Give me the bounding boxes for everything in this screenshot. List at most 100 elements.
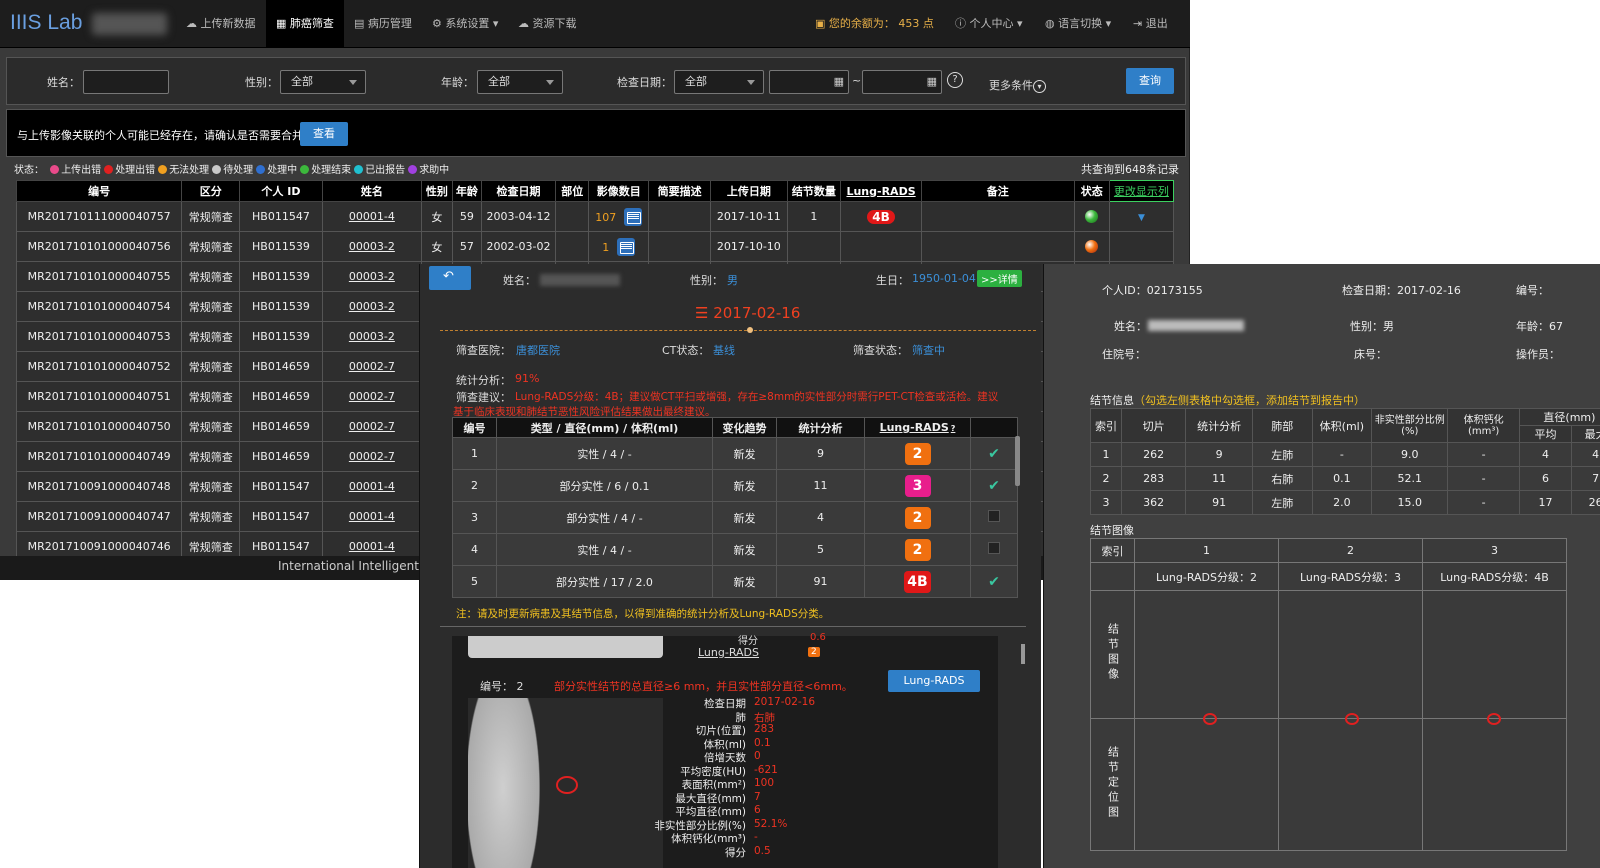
list-icon: ▤ bbox=[354, 17, 368, 30]
exam-date-select[interactable]: 全部 bbox=[674, 70, 764, 94]
ct-status-label: CT状态： bbox=[662, 344, 710, 357]
cell-screen-type: 常规筛查 bbox=[181, 471, 241, 502]
patient-name-link[interactable]: 00003-2 bbox=[349, 330, 395, 343]
nav-language[interactable]: ◍ 语言切换 ▾ bbox=[1045, 0, 1111, 48]
patient-name-link[interactable]: 00002-7 bbox=[349, 360, 395, 373]
column-header: 性别 bbox=[420, 180, 453, 202]
checkbox[interactable] bbox=[988, 542, 1000, 554]
cell-status bbox=[1073, 201, 1110, 232]
nav-lung-screening[interactable]: ▦ 肺癌筛查 bbox=[266, 0, 344, 48]
nodule-row[interactable]: 4 实性 / 4 / - 新发 5 2 bbox=[452, 533, 1018, 566]
cell-checkbox[interactable]: ✔ bbox=[970, 469, 1018, 502]
image-viewer-icon[interactable] bbox=[624, 207, 643, 226]
patient-name-link[interactable]: 00001-4 bbox=[349, 210, 395, 223]
cell-no: 2 bbox=[452, 469, 497, 502]
table-row[interactable]: MR201710111000040757 常规筛查 HB011547 00001-4 女… bbox=[15, 201, 1175, 232]
lungrads-link[interactable]: Lung-RADS bbox=[698, 646, 759, 659]
patient-name-link[interactable]: 00003-2 bbox=[349, 240, 395, 253]
cell-checkbox[interactable] bbox=[970, 533, 1018, 566]
column-header: 状态 bbox=[1073, 180, 1110, 202]
table-row: 2 283 11 右肺 0.1 52.1-6 7 bbox=[1090, 466, 1600, 491]
nav-system-settings[interactable]: ⚙ 系统设置 ▾ bbox=[432, 0, 498, 48]
check-icon[interactable]: ✔ bbox=[988, 446, 1000, 462]
back-button[interactable]: ↶ bbox=[429, 266, 471, 290]
more-conditions-toggle[interactable]: 更多条件 ▾ bbox=[989, 77, 1046, 93]
cell-record-id: MR201710101000040749 bbox=[15, 441, 183, 472]
cell-body-part bbox=[555, 231, 590, 262]
details-button[interactable]: >>详情 bbox=[977, 270, 1022, 287]
cell-checkbox[interactable]: ✔ bbox=[970, 437, 1018, 470]
calendar-icon[interactable]: ▦ bbox=[834, 71, 844, 93]
cell-checkbox[interactable]: ✔ bbox=[970, 565, 1018, 598]
nav-profile[interactable]: ⓘ 个人中心 ▾ bbox=[955, 0, 1023, 48]
patient-name-link[interactable]: 00001-4 bbox=[349, 510, 395, 523]
cell-max: 4 bbox=[1571, 442, 1600, 467]
cell-person-id: HB014659 bbox=[239, 411, 323, 442]
help-icon[interactable]: ? bbox=[951, 424, 956, 433]
status-dot-icon bbox=[158, 165, 168, 174]
name-input[interactable] bbox=[83, 70, 169, 94]
table-scrollbar[interactable] bbox=[1015, 436, 1020, 486]
date-from-input[interactable]: ▦ bbox=[769, 70, 849, 94]
image-index: 2 bbox=[1278, 538, 1423, 563]
nodule-row[interactable]: 2 部分实性 / 6 / 0.1 新发 11 3 ✔ bbox=[452, 469, 1018, 502]
nav-resource-download[interactable]: ☁ 资源下载 bbox=[518, 0, 577, 48]
lungrads-badge: 3 bbox=[904, 474, 931, 497]
nodule-info-title: 结节信息（勾选左侧表格中勾选框，添加结节到报告中） bbox=[1090, 394, 1365, 407]
check-icon[interactable]: ✔ bbox=[988, 478, 1000, 494]
cell-idx: 3 bbox=[1090, 490, 1122, 515]
image-viewer-icon[interactable] bbox=[617, 237, 636, 256]
checkbox[interactable] bbox=[988, 510, 1000, 522]
date-to-input[interactable]: ▦ bbox=[862, 70, 942, 94]
cell-stat: 4 bbox=[776, 501, 865, 534]
age-select[interactable]: 全部 bbox=[477, 70, 563, 94]
gender-select[interactable]: 全部 bbox=[280, 70, 366, 94]
nodule-row[interactable]: 5 部分实性 / 17 / 2.0 新发 91 4B ✔ bbox=[452, 565, 1018, 598]
cell-record-id: MR201710091000040747 bbox=[15, 501, 183, 532]
patient-name-link[interactable]: 00002-7 bbox=[349, 420, 395, 433]
column-header: 备注 bbox=[920, 180, 1075, 202]
column-header: 编号 bbox=[452, 417, 497, 438]
column-header[interactable]: 更改显示列 bbox=[1108, 180, 1175, 202]
cell-type: 部分实性 / 6 / 0.1 bbox=[496, 469, 713, 502]
column-header: 直径(mm) bbox=[1518, 408, 1600, 426]
screen-status-label: 筛查状态： bbox=[853, 344, 908, 357]
nav-logout[interactable]: ⇥ 退出 bbox=[1133, 0, 1168, 48]
name-label: 姓名： bbox=[47, 76, 80, 89]
cell-gender: 女 bbox=[420, 201, 453, 232]
nav-upload[interactable]: ☁ 上传新数据 bbox=[186, 0, 256, 48]
lungrads-button[interactable]: Lung-RADS bbox=[888, 670, 980, 692]
calendar-icon[interactable]: ▦ bbox=[927, 71, 937, 93]
cell-vol: - bbox=[1311, 442, 1373, 467]
nodule-images-title: 结节图像 bbox=[1090, 524, 1134, 537]
nav-case-management[interactable]: ▤ 病历管理 bbox=[354, 0, 412, 48]
patient-name-link[interactable]: 00003-2 bbox=[349, 300, 395, 313]
cell-lungrads: 2 bbox=[864, 533, 971, 566]
column-header: 体积钙化(mm³) bbox=[1447, 408, 1520, 443]
filter-icon[interactable]: ▼ bbox=[1138, 213, 1145, 223]
score-label: 得分 bbox=[738, 636, 758, 647]
cell-age: 59 bbox=[451, 201, 482, 232]
report-panel: 个人ID：02173155 检查日期：2017-02-16 编号： 姓名： 性别… bbox=[1043, 264, 1600, 868]
query-button[interactable]: 查询 bbox=[1126, 68, 1174, 94]
patient-name-link[interactable]: 00003-2 bbox=[349, 270, 395, 283]
sub-scrollbar[interactable] bbox=[1021, 644, 1025, 664]
table-row[interactable]: MR201710101000040756 常规筛查 HB011539 00003-2 女… bbox=[15, 231, 1175, 262]
cell-patient-name: 00002-7 bbox=[321, 411, 422, 442]
view-button[interactable]: 查看 bbox=[300, 122, 348, 146]
patient-name-link[interactable]: 00001-4 bbox=[349, 540, 395, 553]
patient-name-link[interactable]: 00002-7 bbox=[349, 390, 395, 403]
nodule-row[interactable]: 1 实性 / 4 / - 新发 9 2 ✔ bbox=[452, 437, 1018, 470]
report-name-label: 姓名： bbox=[1114, 320, 1147, 333]
column-header: 索引 bbox=[1090, 408, 1122, 443]
check-icon[interactable]: ✔ bbox=[988, 574, 1000, 590]
measure-value: 0.5 bbox=[754, 844, 771, 857]
help-icon[interactable]: ? bbox=[947, 72, 963, 88]
patient-name-link[interactable]: 00002-7 bbox=[349, 450, 395, 463]
status-legend-item: 待处理 bbox=[209, 165, 253, 176]
cell-checkbox[interactable] bbox=[970, 501, 1018, 534]
cloud-download-icon: ☁ bbox=[518, 17, 533, 30]
patient-name-link[interactable]: 00001-4 bbox=[349, 480, 395, 493]
nodule-row[interactable]: 3 部分实性 / 4 / - 新发 4 2 bbox=[452, 501, 1018, 534]
measure-value: 2017-02-16 bbox=[754, 696, 816, 708]
